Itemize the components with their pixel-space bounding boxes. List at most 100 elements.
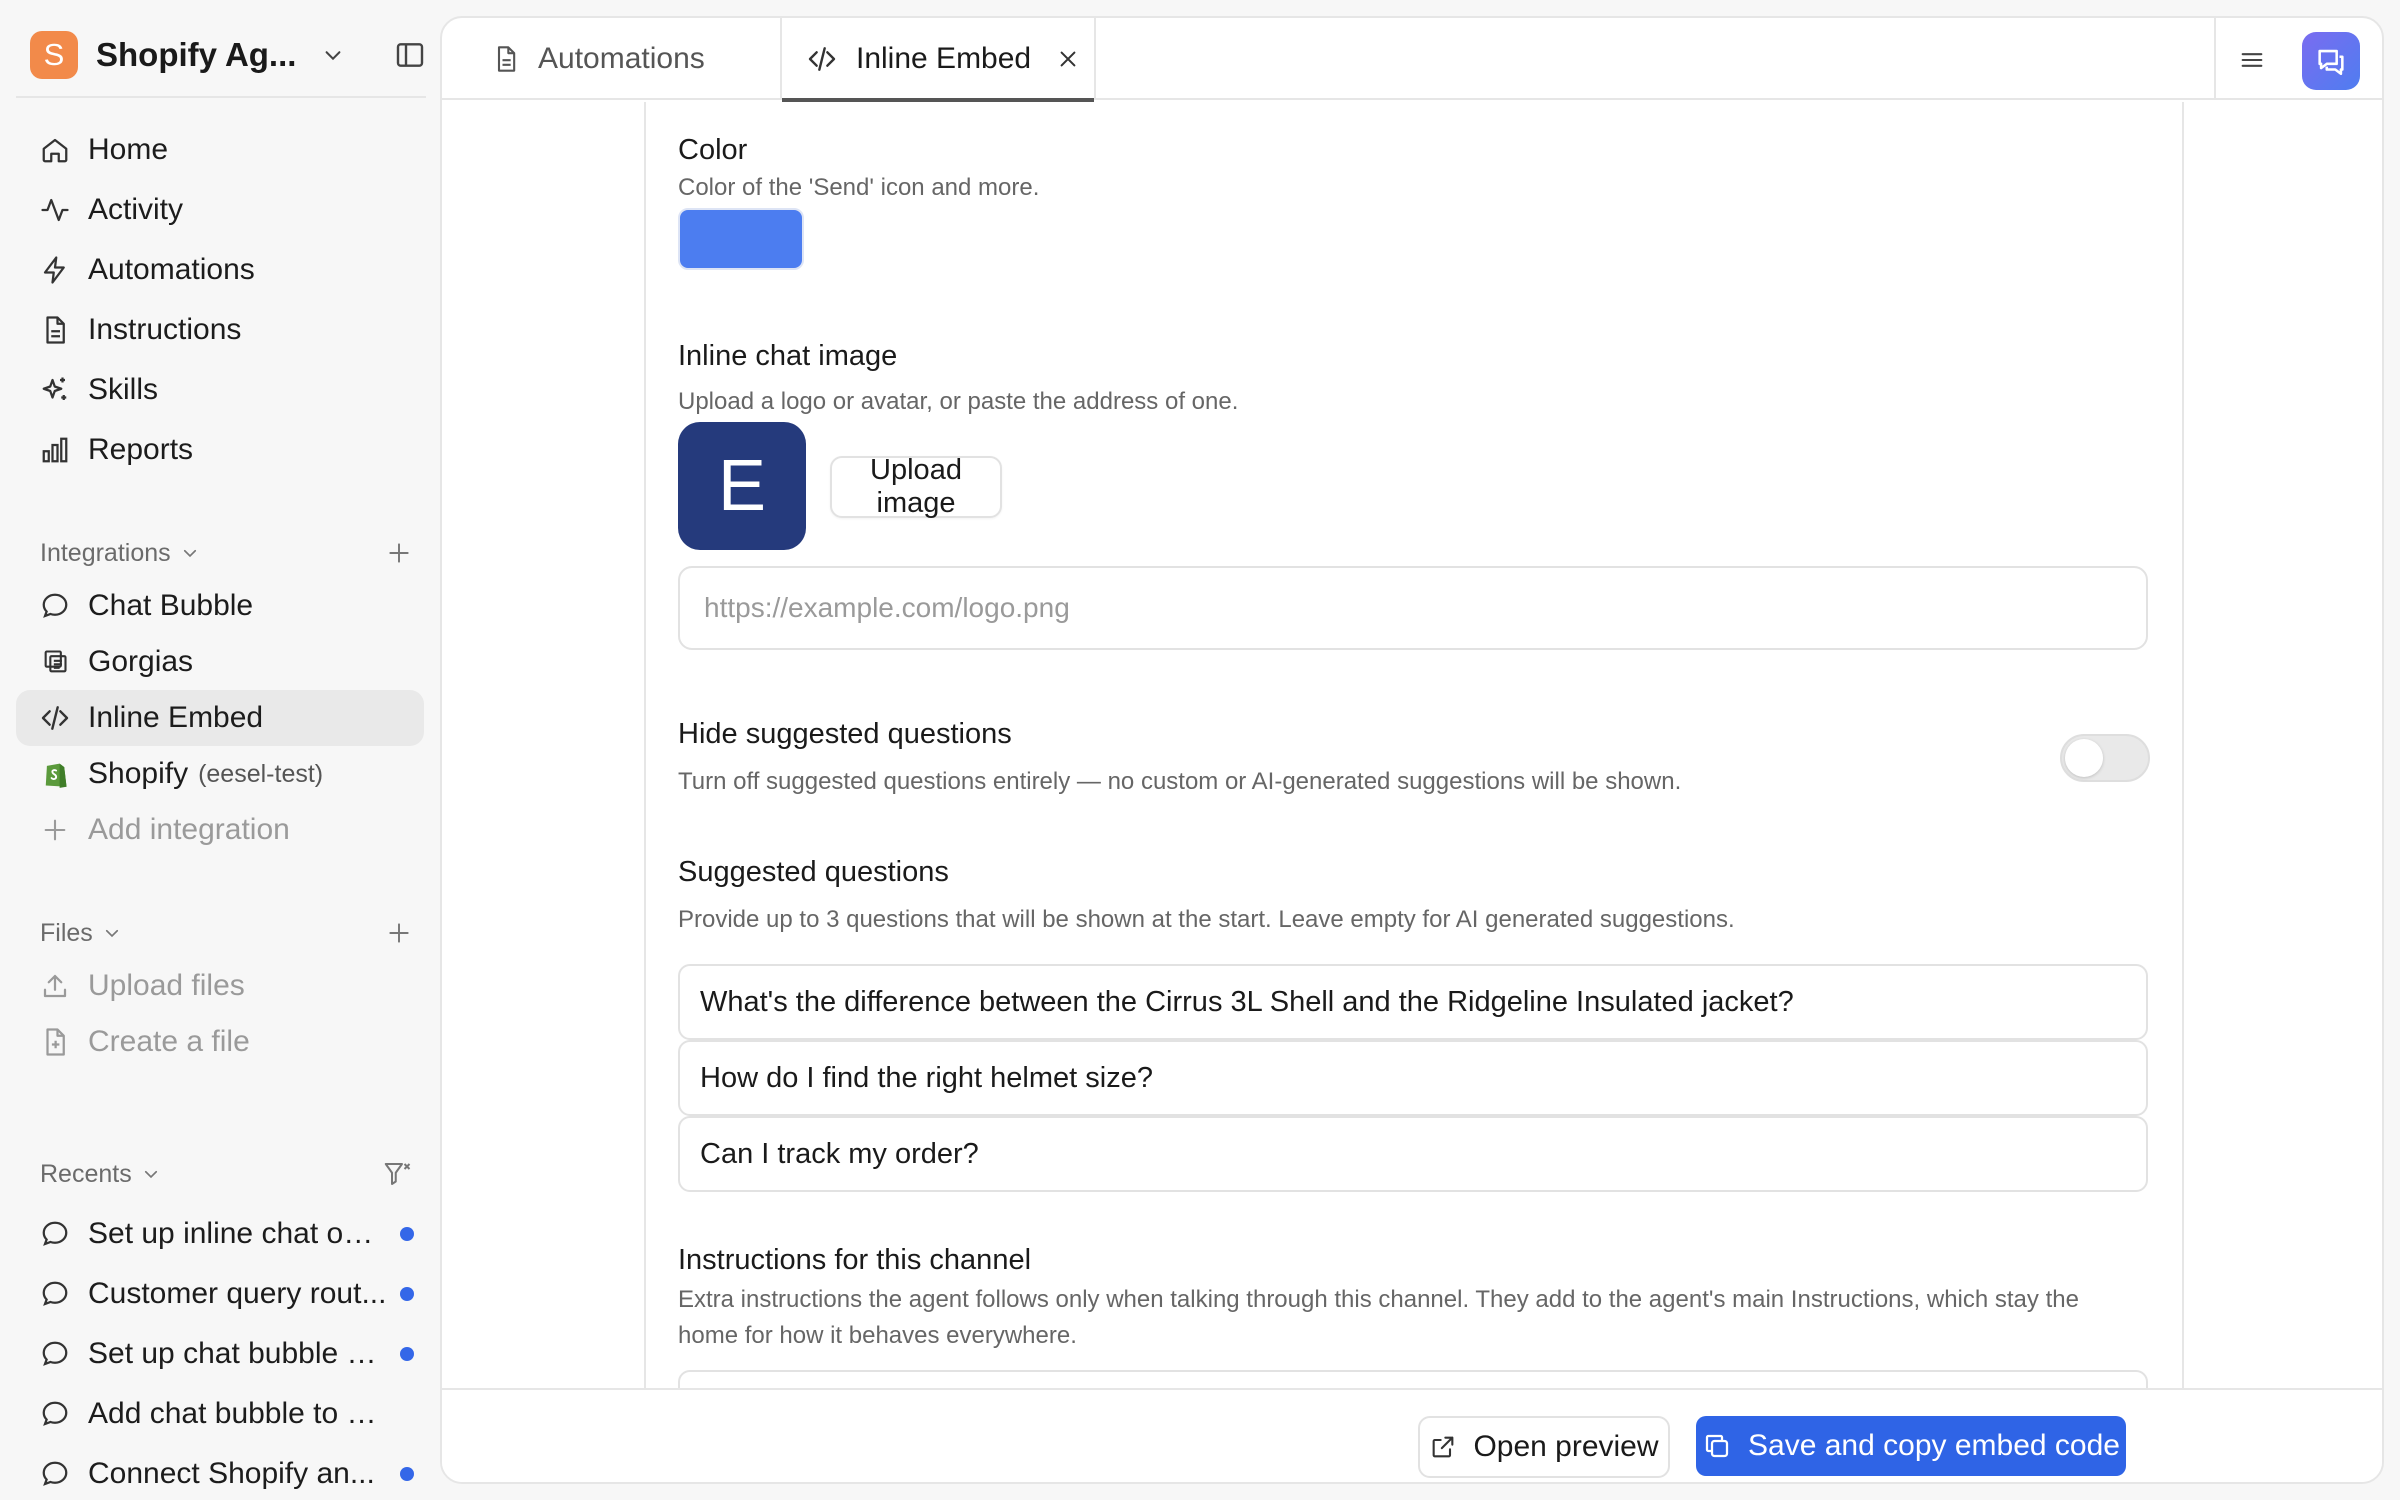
close-icon[interactable] — [1057, 48, 1079, 70]
color-title: Color — [678, 134, 748, 166]
document-icon — [38, 313, 72, 347]
nav-label: Reports — [88, 433, 194, 466]
chat-icon — [2314, 44, 2348, 78]
recents-section-header[interactable]: Recents — [40, 1154, 412, 1194]
activity-icon — [38, 193, 72, 227]
code-icon — [806, 43, 838, 75]
recent-label: Set up chat bubble h... — [88, 1337, 388, 1370]
code-icon — [38, 701, 72, 735]
nav-label: Instructions — [88, 313, 242, 346]
recent-item[interactable]: Set up inline chat on ... — [16, 1206, 424, 1262]
menu-icon[interactable] — [2230, 38, 2274, 82]
toggle-knob — [2065, 739, 2103, 777]
chat-bubble-icon — [38, 1277, 72, 1311]
recent-label: Connect Shopify an... — [88, 1457, 375, 1490]
integration-label: Chat Bubble — [88, 589, 254, 622]
home-icon — [38, 133, 72, 167]
footer-bar: Open preview Save and copy embed code — [442, 1388, 2382, 1482]
upload-files-label: Upload files — [88, 969, 245, 1002]
workspace-switcher[interactable]: S Shopify Ag... — [16, 22, 426, 88]
open-preview-button[interactable]: Open preview — [1418, 1416, 1670, 1478]
integration-gorgias[interactable]: Gorgias — [16, 634, 424, 690]
nav-label: Skills — [88, 373, 159, 406]
workspace-logo: S — [30, 31, 78, 79]
suggested-question-2[interactable] — [678, 1040, 2148, 1116]
tab-automations[interactable]: Automations — [442, 18, 780, 100]
chat-image-avatar: E — [678, 422, 806, 550]
integration-label: Inline Embed — [88, 701, 264, 734]
section-title: Recents — [40, 1159, 132, 1188]
integration-shopify[interactable]: Shopify (eesel-test) — [16, 746, 424, 802]
chevron-down-icon — [142, 1165, 160, 1183]
external-link-icon — [1429, 1433, 1457, 1461]
hide-suggested-description: Turn off suggested questions entirely — … — [678, 768, 1682, 795]
shopify-icon — [38, 757, 72, 791]
channel-instructions-editor[interactable] — [678, 1370, 2148, 1388]
workspace-name: Shopify Ag... — [96, 36, 297, 73]
unread-dot — [400, 1287, 414, 1301]
unread-dot — [400, 1467, 414, 1481]
nav-activity[interactable]: Activity — [16, 182, 424, 238]
tab-label: Inline Embed — [856, 42, 1032, 75]
copy-icon — [1702, 1431, 1732, 1461]
nav-label: Home — [88, 133, 169, 166]
sidebar: S Shopify Ag... Home Activity Automation… — [0, 0, 440, 1500]
save-copy-embed-label: Save and copy embed code — [1748, 1429, 2120, 1462]
image-title: Inline chat image — [678, 340, 898, 372]
chevron-down-icon — [103, 924, 121, 942]
color-description: Color of the 'Send' icon and more. — [678, 174, 1040, 201]
nav-home[interactable]: Home — [16, 122, 424, 178]
plus-icon — [38, 813, 72, 847]
nav-automations[interactable]: Automations — [16, 242, 424, 298]
chat-panel-button[interactable] — [2302, 32, 2360, 90]
recent-label: Add chat bubble to Sh... — [88, 1397, 388, 1430]
tab-inline-embed[interactable]: Inline Embed — [780, 18, 1096, 102]
recent-item[interactable]: Add chat bubble to Sh... — [16, 1386, 424, 1442]
sidebar-toggle-icon[interactable] — [394, 39, 426, 71]
nav-reports[interactable]: Reports — [16, 422, 424, 478]
channel-instructions-title: Instructions for this channel — [678, 1244, 1032, 1276]
recent-item[interactable]: Set up chat bubble h... — [16, 1326, 424, 1382]
gorgias-icon — [38, 645, 72, 679]
integration-inline-embed[interactable]: Inline Embed — [16, 690, 424, 746]
bar-chart-icon — [38, 433, 72, 467]
chevron-down-icon — [181, 544, 199, 562]
create-file-link[interactable]: Create a file — [16, 1014, 424, 1070]
chat-bubble-icon — [38, 1397, 72, 1431]
upload-files-link[interactable]: Upload files — [16, 958, 424, 1014]
image-url-input[interactable] — [678, 566, 2148, 650]
filter-icon[interactable] — [382, 1159, 412, 1189]
add-file-plus-icon[interactable] — [386, 920, 412, 946]
save-copy-embed-button[interactable]: Save and copy embed code — [1696, 1416, 2126, 1476]
open-preview-label: Open preview — [1473, 1430, 1659, 1463]
recent-item[interactable]: Customer query rout... — [16, 1266, 424, 1322]
chat-bubble-icon — [38, 1337, 72, 1371]
hide-suggested-toggle[interactable] — [2060, 734, 2150, 782]
nav-instructions[interactable]: Instructions — [16, 302, 424, 358]
section-title: Files — [40, 918, 93, 947]
suggested-question-1[interactable] — [678, 964, 2148, 1040]
files-section-header[interactable]: Files — [40, 913, 412, 953]
channel-instructions-description-line2: home for how it behaves everywhere. — [678, 1322, 1077, 1349]
integration-account: (eesel-test) — [198, 759, 324, 788]
unread-dot — [400, 1227, 414, 1241]
add-integration-plus-icon[interactable] — [386, 540, 412, 566]
tab-bar: Automations Inline Embed — [442, 18, 2382, 102]
channel-instructions-description-line1: Extra instructions the agent follows onl… — [678, 1286, 2079, 1313]
sidebar-divider — [16, 96, 426, 98]
integrations-section-header[interactable]: Integrations — [40, 533, 412, 573]
chevron-down-icon[interactable] — [322, 44, 344, 66]
recent-item[interactable]: Connect Shopify an... — [16, 1446, 424, 1500]
integration-chat-bubble[interactable]: Chat Bubble — [16, 578, 424, 634]
recent-label: Customer query rout... — [88, 1277, 387, 1310]
add-integration-link[interactable]: Add integration — [16, 802, 424, 858]
nav-skills[interactable]: Skills — [16, 362, 424, 418]
add-integration-label: Add integration — [88, 813, 290, 846]
color-picker-swatch[interactable] — [678, 208, 804, 270]
suggested-question-3[interactable] — [678, 1116, 2148, 1192]
integration-label: Shopify — [88, 757, 189, 790]
nav-label: Automations — [88, 253, 255, 286]
sparkles-icon — [38, 373, 72, 407]
tabbar-divider — [2214, 18, 2216, 100]
upload-image-button[interactable]: Upload image — [830, 454, 1002, 519]
